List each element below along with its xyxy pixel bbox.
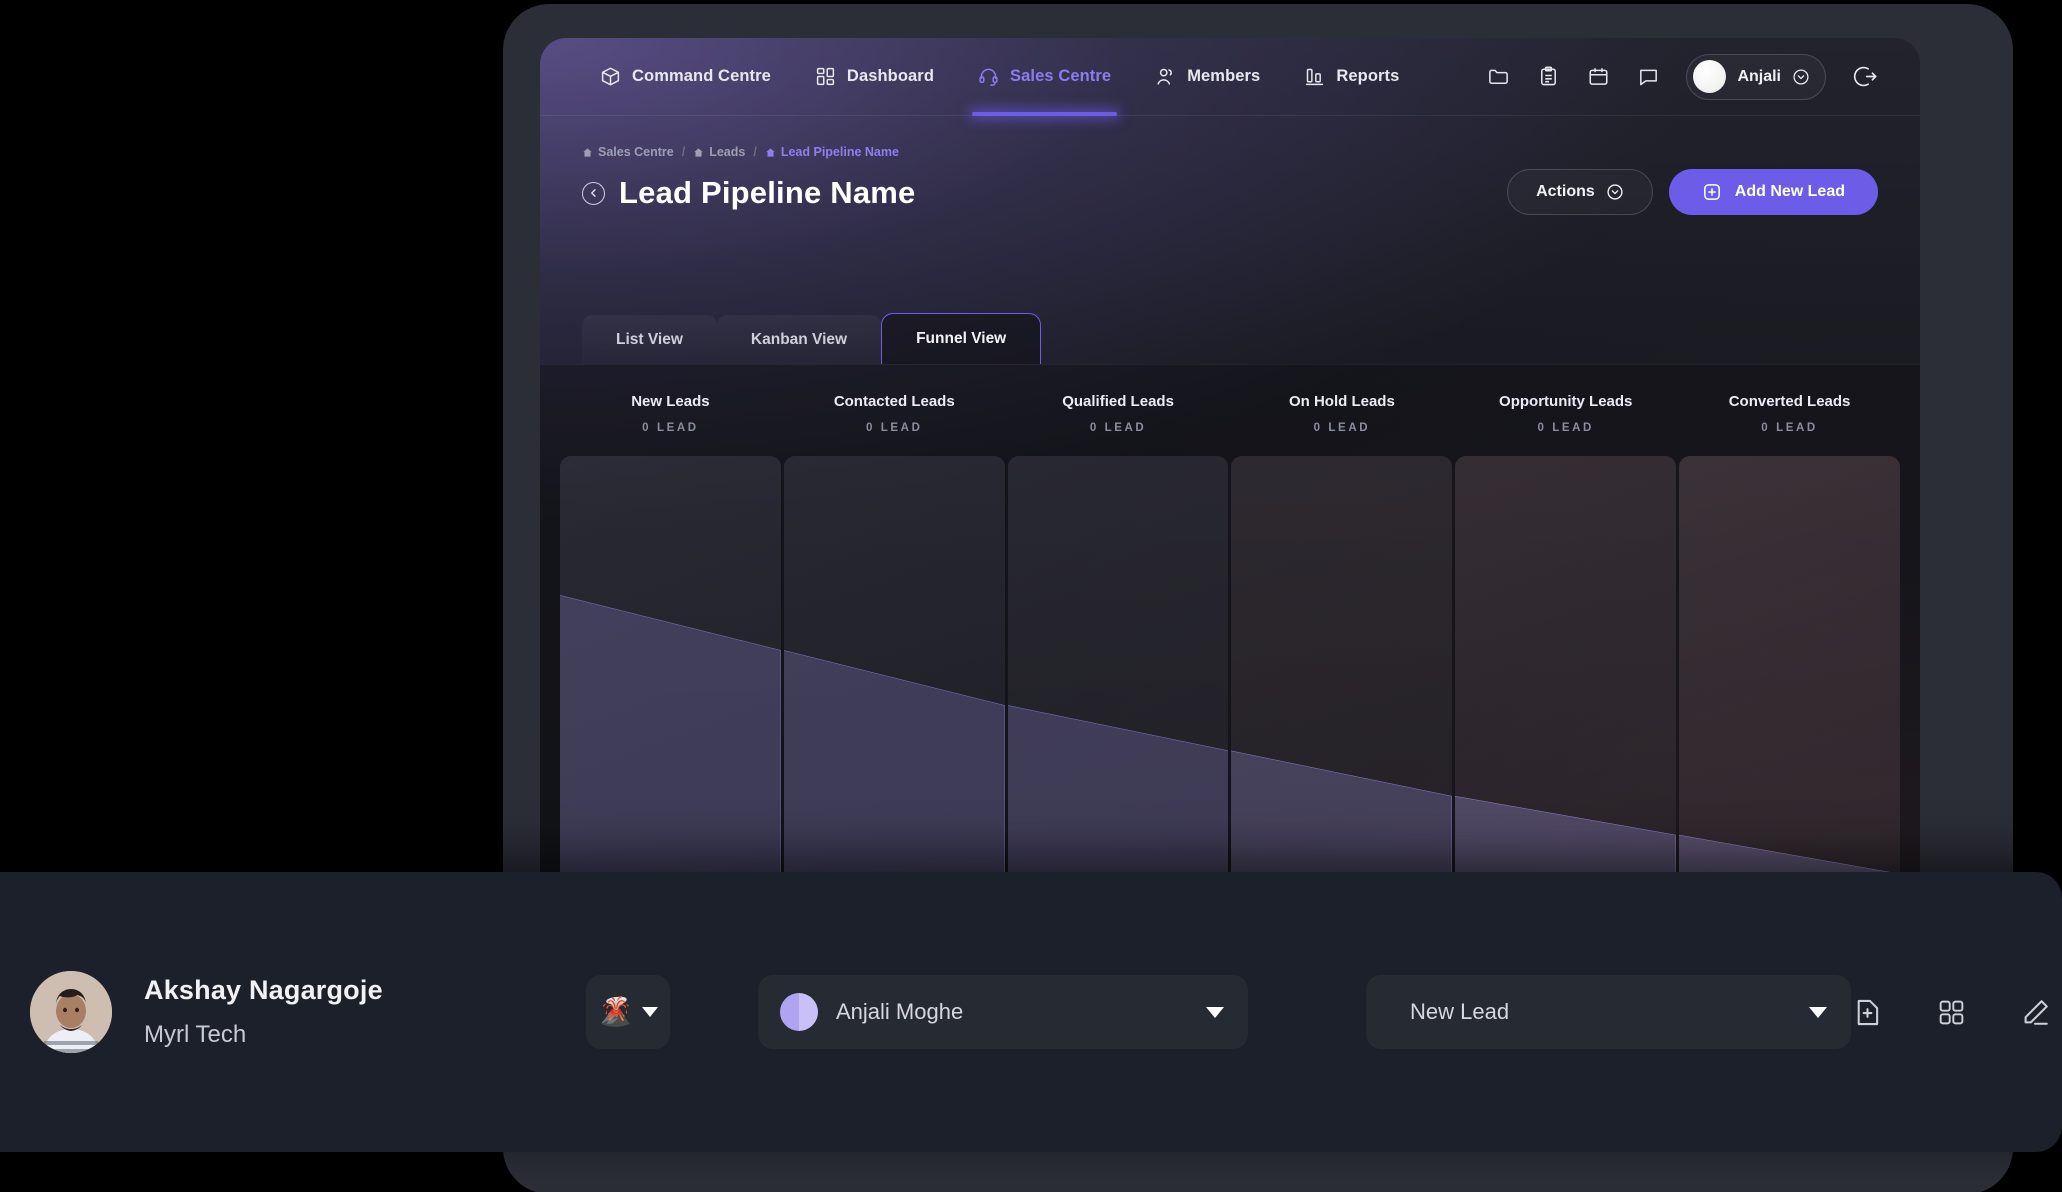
plus-square-icon	[1702, 182, 1722, 202]
clipboard-icon[interactable]	[1527, 56, 1569, 98]
home-icon	[765, 147, 776, 158]
funnel-stage-count: 0 LEAD	[1537, 422, 1594, 434]
funnel-stage-title: Contacted Leads	[833, 393, 955, 410]
title-row: Lead Pipeline Name Actions Add New Lead	[582, 169, 1878, 215]
nav-items: Command Centre Dashboard Sales Centre Me…	[582, 38, 1417, 116]
funnel-stage-title: New Leads	[631, 393, 710, 410]
home-icon	[693, 147, 704, 158]
edit-pencil-icon[interactable]	[2019, 996, 2052, 1029]
chevron-down-icon	[641, 1007, 658, 1017]
breadcrumb-separator: /	[753, 145, 757, 159]
nav-label: Members	[1187, 67, 1261, 85]
breadcrumb-item-current[interactable]: Lead Pipeline Name	[765, 145, 899, 159]
funnel-stage-count: 0 LEAD	[1313, 422, 1371, 434]
funnel-column-header: New Leads 0 LEAD	[560, 391, 781, 434]
actions-label: Actions	[1536, 183, 1595, 200]
lead-person-block: Akshay Nagargoje Myrl Tech	[30, 971, 560, 1053]
funnel-column-header: Contacted Leads 0 LEAD	[784, 391, 1005, 434]
funnel-stage-title: Converted Leads	[1728, 393, 1851, 410]
breadcrumb-label: Leads	[709, 145, 746, 159]
nav-label: Reports	[1336, 67, 1400, 85]
chevron-down-icon	[1206, 1006, 1224, 1018]
funnel-stage-count: 0 LEAD	[642, 422, 699, 434]
dashboard-grid-icon	[815, 66, 836, 87]
lead-owner-value: Anjali Moghe	[836, 999, 964, 1024]
breadcrumb: Sales Centre / Leads / Lead Pipeline Nam…	[582, 145, 1878, 159]
tab-label: Kanban View	[750, 330, 848, 348]
page-header: Sales Centre / Leads / Lead Pipeline Nam…	[540, 116, 1920, 215]
chat-bubble-icon[interactable]	[1627, 56, 1669, 98]
breadcrumb-label: Sales Centre	[598, 145, 674, 159]
lead-stage-value: New Lead	[1410, 999, 1510, 1024]
avatar	[1693, 60, 1727, 93]
nav-right-actions: Anjali	[1477, 53, 1886, 100]
tab-funnel-view[interactable]: Funnel View	[881, 313, 1042, 364]
volcano-emoji-icon: 🌋	[598, 996, 633, 1027]
top-navigation-bar: Command Centre Dashboard Sales Centre Me…	[540, 38, 1920, 116]
tab-kanban-view[interactable]: Kanban View	[716, 315, 882, 364]
emoji-select[interactable]: 🌋	[586, 975, 670, 1049]
breadcrumb-separator: /	[681, 145, 686, 159]
funnel-column-header: Qualified Leads 0 LEAD	[1008, 391, 1229, 434]
grid-apps-icon[interactable]	[1936, 997, 1967, 1028]
actions-button[interactable]: Actions	[1507, 169, 1653, 215]
file-plus-icon[interactable]	[1851, 996, 1884, 1029]
home-icon	[582, 147, 593, 158]
bar-chart-icon	[1304, 66, 1325, 87]
page-title: Lead Pipeline Name	[619, 175, 916, 210]
tab-label: List View	[616, 330, 683, 348]
screen-root: Command Centre Dashboard Sales Centre Me…	[0, 0, 2062, 1192]
people-icon	[1155, 66, 1176, 87]
funnel-stage-count: 0 LEAD	[1761, 422, 1818, 434]
funnel-stage-title: Qualified Leads	[1062, 393, 1174, 410]
chevron-down-circle-icon	[1792, 68, 1810, 86]
folder-icon[interactable]	[1477, 56, 1519, 98]
chevron-down-circle-icon	[1606, 183, 1624, 201]
nav-label: Sales Centre	[1010, 67, 1112, 85]
calendar-icon[interactable]	[1577, 56, 1619, 98]
nav-item-dashboard[interactable]: Dashboard	[797, 38, 952, 116]
add-new-lead-label: Add New Lead	[1734, 183, 1845, 200]
overlay-tool-icons	[1851, 996, 2062, 1029]
cube-icon	[600, 66, 621, 87]
add-new-lead-button[interactable]: Add New Lead	[1668, 169, 1878, 215]
breadcrumb-item-leads[interactable]: Leads	[693, 145, 745, 159]
title-left: Lead Pipeline Name	[582, 175, 915, 211]
funnel-stage-count: 0 LEAD	[1089, 422, 1147, 434]
nav-item-sales-centre[interactable]: Sales Centre	[960, 38, 1129, 116]
nav-label: Dashboard	[846, 67, 935, 85]
avatar-photo	[30, 971, 112, 1053]
tab-label: Funnel View	[916, 330, 1007, 347]
logout-icon[interactable]	[1844, 56, 1886, 98]
funnel-stage-title: On Hold Leads	[1288, 393, 1395, 410]
view-tabs: List View Kanban View Funnel View	[582, 313, 1042, 364]
back-circle-icon[interactable]	[582, 181, 605, 205]
user-name: Anjali	[1737, 67, 1781, 85]
nav-item-members[interactable]: Members	[1137, 38, 1278, 116]
nav-item-command-centre[interactable]: Command Centre	[582, 38, 789, 116]
owner-avatar	[780, 993, 818, 1031]
funnel-column-header: Converted Leads 0 LEAD	[1679, 391, 1900, 434]
funnel-stage-title: Opportunity Leads	[1499, 393, 1633, 410]
lead-stage-select[interactable]: New Lead	[1366, 975, 1851, 1049]
lead-person-name: Akshay Nagargoje	[144, 975, 383, 1005]
nav-item-reports[interactable]: Reports	[1286, 38, 1417, 116]
funnel-stage-count: 0 LEAD	[865, 422, 923, 434]
header-actions: Actions Add New Lead	[1507, 169, 1878, 215]
lead-avatar	[30, 971, 112, 1053]
lead-person-text: Akshay Nagargoje Myrl Tech	[144, 975, 383, 1049]
funnel-column-header: On Hold Leads 0 LEAD	[1231, 391, 1452, 434]
breadcrumb-label: Lead Pipeline Name	[780, 145, 899, 159]
funnel-column-header: Opportunity Leads 0 LEAD	[1455, 391, 1676, 434]
breadcrumb-item-sales-centre[interactable]: Sales Centre	[582, 145, 674, 159]
lead-detail-overlay: Akshay Nagargoje Myrl Tech 🌋 Anjali Mogh…	[0, 872, 2062, 1152]
tab-list-view[interactable]: List View	[582, 315, 717, 364]
lead-company-name: Myrl Tech	[144, 1021, 247, 1048]
lead-owner-select[interactable]: Anjali Moghe	[758, 975, 1248, 1049]
headset-icon	[978, 66, 999, 87]
user-chip[interactable]: Anjali	[1686, 53, 1826, 100]
chevron-down-icon	[1809, 1006, 1827, 1018]
nav-label: Command Centre	[632, 67, 771, 85]
